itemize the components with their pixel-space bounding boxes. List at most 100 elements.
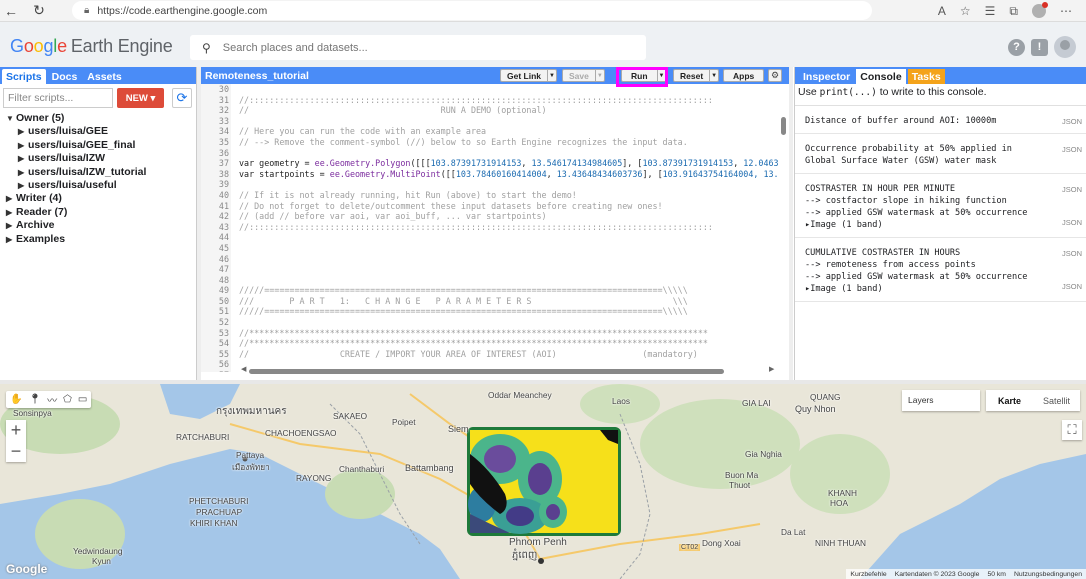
- tree-owner[interactable]: ▼ Owner (5): [6, 112, 196, 125]
- tree-item[interactable]: ▶ users/luisa/IZW_tutorial: [18, 166, 196, 179]
- run-button[interactable]: Run ▼: [621, 69, 667, 82]
- code-line[interactable]: 33: [201, 115, 781, 127]
- code-line[interactable]: 39: [201, 179, 781, 190]
- refresh-scripts-icon[interactable]: ⟳: [172, 88, 192, 108]
- tab-tasks[interactable]: Tasks: [907, 69, 945, 84]
- favorite-icon[interactable]: ☆: [960, 4, 971, 18]
- line-icon[interactable]: 〰: [47, 392, 57, 407]
- rectangle-icon[interactable]: ▭: [78, 394, 87, 405]
- code-line[interactable]: 49 /////=================================…: [201, 285, 781, 296]
- code-line[interactable]: 34 // Here you can run the code with an e…: [201, 126, 781, 137]
- tree-writer[interactable]: ▶ Writer (4): [6, 192, 196, 205]
- fullscreen-icon[interactable]: ⛶: [1062, 420, 1082, 440]
- json-button[interactable]: JSON: [1062, 217, 1082, 229]
- code-line[interactable]: 45: [201, 242, 781, 254]
- tree-item[interactable]: ▶ users/luisa/GEE: [18, 125, 196, 138]
- code-line[interactable]: 31 //::::::::::::::::::::::::::::::::::::…: [201, 94, 781, 106]
- get-link-button[interactable]: Get Link ▼: [500, 69, 558, 82]
- code-line[interactable]: 41 // Do not forget to delete/outcomment …: [201, 200, 781, 212]
- code-line[interactable]: 50 /// P A R T 1: C H A N G E P A R A M E…: [201, 295, 781, 307]
- profile-avatar[interactable]: [1032, 2, 1048, 18]
- favorites-icon[interactable]: ☰: [985, 4, 996, 18]
- place-label: Pattaya: [236, 450, 265, 460]
- polygon-icon[interactable]: ⬠: [63, 394, 72, 405]
- code-line[interactable]: 46: [201, 253, 781, 265]
- more-icon[interactable]: ⋯: [1060, 4, 1072, 18]
- json-button[interactable]: JSON: [1062, 281, 1082, 293]
- apps-button[interactable]: Apps: [723, 69, 765, 82]
- code-line[interactable]: 37 var geometry = ee.Geometry.Polygon([[[…: [201, 158, 781, 169]
- scroll-right-icon[interactable]: ▶: [769, 365, 774, 373]
- place-label: Gia Nghia: [745, 449, 782, 459]
- code-line[interactable]: 54 //************************************…: [201, 338, 781, 349]
- read-aloud-icon[interactable]: A: [938, 4, 946, 18]
- hand-icon[interactable]: ✋: [10, 394, 22, 405]
- gear-icon[interactable]: ⚙: [768, 69, 782, 82]
- search-box[interactable]: ⚲: [190, 35, 646, 60]
- vertical-scrollbar[interactable]: [781, 117, 786, 135]
- zoom-out-button[interactable]: −: [6, 441, 26, 462]
- layers-button[interactable]: Layers: [902, 390, 980, 411]
- save-button[interactable]: Save ▼: [562, 69, 605, 82]
- dropdown-arrow-icon[interactable]: ▼: [656, 70, 666, 81]
- map-type-satellit[interactable]: Satellit: [1033, 390, 1080, 411]
- code-line[interactable]: 53 //************************************…: [201, 327, 781, 339]
- code-line[interactable]: 40 // If it is not already running, hit R…: [201, 189, 781, 201]
- tab-inspector[interactable]: Inspector: [799, 69, 854, 84]
- map-type-karte[interactable]: Karte: [986, 390, 1033, 411]
- map-view[interactable]: ✋ 📍︎ 〰 ⬠ ▭ + − Layers Karte Satellit ⛶ S…: [0, 384, 1086, 579]
- address-bar[interactable]: 🔒︎ https://code.earthengine.google.com: [72, 1, 872, 20]
- tree-examples[interactable]: ▶ Examples: [6, 233, 196, 246]
- tab-assets[interactable]: Assets: [83, 69, 125, 84]
- right-splitter[interactable]: [789, 67, 793, 380]
- dropdown-arrow-icon[interactable]: ▼: [709, 70, 718, 81]
- code-line[interactable]: 30: [201, 84, 781, 95]
- line-number: 46: [201, 253, 231, 265]
- image-object[interactable]: ▸Image (1 band): [805, 283, 1078, 295]
- code-line[interactable]: 43 //::::::::::::::::::::::::::::::::::::…: [201, 221, 781, 233]
- code-line[interactable]: 32 // RUN A DEMO (optional): [201, 105, 781, 116]
- reset-button[interactable]: Reset ▼: [673, 69, 720, 82]
- tab-scripts[interactable]: Scripts: [2, 69, 46, 84]
- new-button[interactable]: NEW ▾: [117, 88, 164, 108]
- feedback-icon[interactable]: !: [1031, 38, 1048, 56]
- back-icon[interactable]: ←: [0, 0, 22, 22]
- earth-engine-logo[interactable]: Google Earth Engine: [10, 36, 173, 57]
- code-line[interactable]: 47: [201, 264, 781, 275]
- account-avatar[interactable]: [1054, 36, 1076, 58]
- terms-link[interactable]: Nutzungsbedingungen: [1014, 571, 1082, 578]
- filter-scripts-input[interactable]: Filter scripts...: [3, 88, 113, 108]
- marker-icon[interactable]: 📍︎: [28, 394, 41, 405]
- refresh-icon[interactable]: ↻: [28, 0, 50, 22]
- tree-item[interactable]: ▶ users/luisa/GEE_final: [18, 139, 196, 152]
- code-line[interactable]: 55 // CREATE / IMPORT YOUR AREA OF INTERE…: [201, 348, 781, 360]
- line-number: 42: [201, 211, 231, 222]
- tree-item[interactable]: ▶ users/luisa/IZW: [18, 152, 196, 165]
- search-input[interactable]: [222, 41, 623, 54]
- tab-docs[interactable]: Docs: [48, 69, 82, 84]
- zoom-in-button[interactable]: +: [6, 420, 26, 441]
- image-object[interactable]: ▸Image (1 band): [805, 219, 1078, 231]
- shortcuts-link[interactable]: Kurzbefehle: [850, 571, 886, 578]
- help-icon[interactable]: ?: [1008, 38, 1025, 56]
- code-line[interactable]: 51 /////=================================…: [201, 306, 781, 318]
- dropdown-arrow-icon[interactable]: ▼: [594, 70, 604, 81]
- code-area[interactable]: 30 31//::::::::::::::::::::::::::::::::::…: [201, 84, 781, 372]
- code-line[interactable]: 35 // --> Remove the comment-symbol (//) …: [201, 136, 781, 148]
- collections-icon[interactable]: ⧉: [1009, 4, 1018, 19]
- code-line[interactable]: 36: [201, 147, 781, 159]
- horizontal-scrollbar[interactable]: [249, 369, 724, 374]
- tab-console[interactable]: Console: [856, 69, 906, 84]
- code-line[interactable]: 42 // (add // before var aoi, var aoi_buf…: [201, 211, 781, 222]
- scroll-left-icon[interactable]: ◀: [241, 365, 246, 373]
- code-line[interactable]: 52: [201, 317, 781, 328]
- code-line[interactable]: 38 var startpoints = ee.Geometry.MultiPoi…: [201, 168, 781, 180]
- tree-item[interactable]: ▶ users/luisa/useful: [18, 179, 196, 192]
- dropdown-arrow-icon[interactable]: ▼: [547, 70, 556, 81]
- json-button[interactable]: JSON: [1062, 116, 1082, 128]
- code-line[interactable]: 48: [201, 274, 781, 286]
- tree-reader[interactable]: ▶ Reader (7): [6, 206, 196, 219]
- code-line[interactable]: 44: [201, 232, 781, 243]
- line-number: 49: [201, 285, 231, 296]
- tree-archive[interactable]: ▶ Archive: [6, 219, 196, 232]
